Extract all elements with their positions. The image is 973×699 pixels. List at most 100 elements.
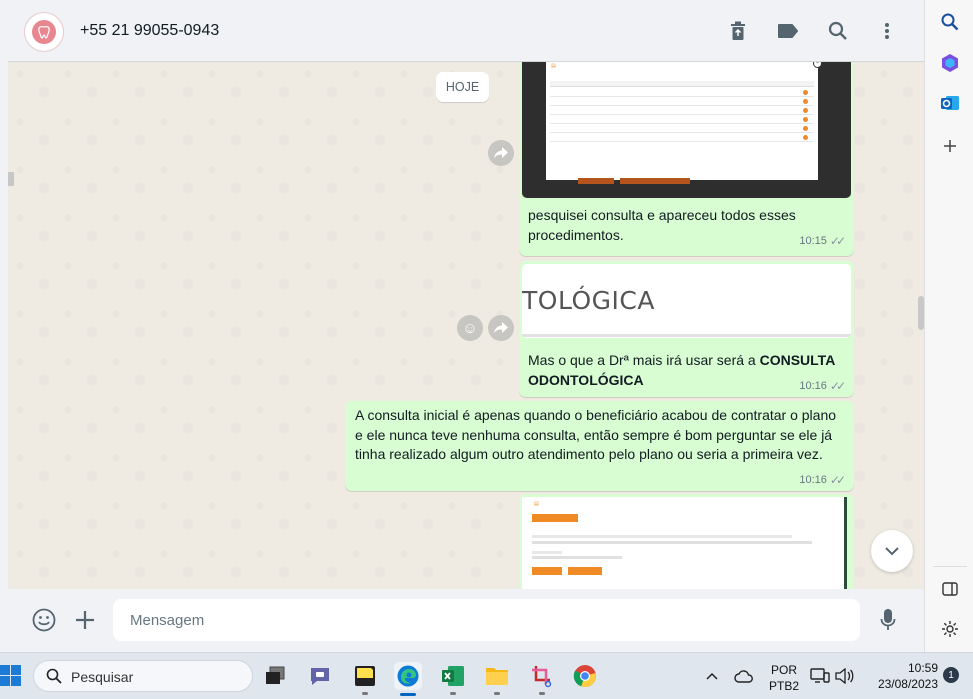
sticky-notes-icon[interactable] bbox=[351, 662, 379, 690]
message-meta: 10:15 ✓✓ bbox=[799, 234, 846, 248]
notification-badge[interactable]: 1 bbox=[943, 667, 959, 683]
chat-window: +55 21 99055-0943 HOJE ▤ × pesquisei con… bbox=[8, 0, 924, 652]
message-bubble-3[interactable]: A consulta inicial é apenas quando o ben… bbox=[345, 401, 854, 491]
clock[interactable]: 10:59 23/08/2023 bbox=[866, 660, 938, 692]
snipping-tool-icon[interactable] bbox=[528, 662, 556, 690]
message-bubble-4[interactable]: ▤ bbox=[519, 494, 854, 589]
windows-taskbar: Pesquisar POR PTB2 10:59 23/08/2023 bbox=[0, 652, 973, 699]
app-running-indicator bbox=[539, 692, 545, 695]
image-table-row bbox=[550, 134, 814, 142]
message-text: Mas o que a Drª mais irá usar será a CON… bbox=[528, 351, 844, 390]
chat-header: +55 21 99055-0943 bbox=[8, 0, 924, 62]
emoji-icon[interactable] bbox=[31, 607, 57, 633]
clock-time: 10:59 bbox=[907, 661, 938, 675]
excel-icon[interactable] bbox=[439, 662, 467, 690]
message-image-form[interactable]: ▤ bbox=[522, 497, 847, 589]
double-check-icon: ✓✓ bbox=[829, 234, 846, 248]
image-line bbox=[532, 541, 812, 544]
app-running-indicator bbox=[450, 692, 456, 695]
scroll-down-button[interactable] bbox=[871, 530, 913, 572]
copilot-icon[interactable] bbox=[937, 50, 963, 76]
message-input[interactable] bbox=[113, 599, 860, 641]
message-time: 10:16 bbox=[799, 380, 827, 392]
clock-date: 23/08/2023 bbox=[877, 677, 938, 691]
mic-icon[interactable] bbox=[875, 607, 901, 633]
image-divider bbox=[522, 334, 851, 337]
message-bubble-2[interactable]: TOLÓGICA Mas o que a Drª mais irá usar s… bbox=[519, 261, 854, 397]
double-check-icon: ✓✓ bbox=[829, 473, 846, 487]
message-text-regular: Mas o que a Drª mais irá usar será a bbox=[528, 352, 760, 368]
message-time: 10:16 bbox=[799, 474, 827, 486]
image-table-header bbox=[550, 81, 814, 87]
message-text: pesquisei consulta e apareceu todos esse… bbox=[528, 207, 796, 243]
image-line bbox=[532, 556, 622, 559]
panel-resize-handle bbox=[8, 172, 14, 186]
image-content-table: ▤ × bbox=[546, 62, 822, 180]
image-table-row bbox=[550, 89, 814, 97]
date-separator: HOJE bbox=[436, 72, 489, 102]
image-text: ▤ bbox=[551, 63, 556, 69]
image-text: ▤ bbox=[534, 501, 539, 507]
settings-icon[interactable] bbox=[937, 616, 963, 642]
browser-side-panel bbox=[924, 0, 973, 652]
image-close-icon: × bbox=[813, 62, 822, 68]
language-top: POR bbox=[770, 663, 797, 677]
forward-icon[interactable] bbox=[488, 315, 514, 341]
outlook-icon[interactable] bbox=[937, 90, 963, 116]
image-line bbox=[532, 551, 562, 554]
trash-icon[interactable] bbox=[726, 18, 750, 44]
image-button bbox=[568, 567, 602, 575]
app-active-indicator bbox=[400, 693, 416, 696]
forward-icon[interactable] bbox=[488, 140, 514, 166]
emoji-reaction-icon[interactable]: ☺ bbox=[457, 315, 483, 341]
chevron-up-icon[interactable] bbox=[700, 662, 724, 690]
image-button bbox=[578, 178, 614, 184]
image-text: TOLÓGICA bbox=[522, 286, 655, 315]
teams-chat-icon[interactable] bbox=[306, 662, 334, 690]
taskbar-search-label: Pesquisar bbox=[71, 669, 134, 685]
image-tab bbox=[532, 514, 578, 522]
label-icon[interactable] bbox=[776, 18, 800, 44]
image-button bbox=[532, 567, 562, 575]
image-line bbox=[532, 535, 792, 538]
message-meta: 10:16 ✓✓ bbox=[799, 379, 846, 393]
message-meta: 10:16 ✓✓ bbox=[799, 473, 846, 487]
search-icon[interactable] bbox=[826, 18, 850, 44]
image-button bbox=[620, 178, 690, 184]
volume-icon[interactable] bbox=[832, 662, 856, 690]
message-text: A consulta inicial é apenas quando o ben… bbox=[355, 407, 837, 462]
taskbar-search[interactable]: Pesquisar bbox=[33, 660, 253, 692]
edge-icon[interactable] bbox=[394, 662, 422, 690]
message-image-procedures[interactable]: ▤ × bbox=[522, 62, 851, 198]
contact-avatar[interactable] bbox=[24, 12, 64, 52]
app-running-indicator bbox=[362, 692, 368, 695]
plus-icon[interactable] bbox=[72, 607, 98, 633]
composer bbox=[8, 589, 924, 652]
message-list[interactable]: HOJE ▤ × pesquisei consulta e apareceu t… bbox=[8, 62, 924, 589]
message-time: 10:15 bbox=[799, 235, 827, 247]
search-icon bbox=[46, 668, 62, 684]
chrome-icon[interactable] bbox=[571, 662, 599, 690]
message-bubble-1[interactable]: ▤ × pesquisei consulta e apareceu todos … bbox=[519, 62, 854, 256]
double-check-icon: ✓✓ bbox=[829, 379, 846, 393]
task-view-icon[interactable] bbox=[261, 662, 289, 690]
cloud-icon[interactable] bbox=[731, 662, 757, 690]
side-divider bbox=[933, 566, 967, 567]
windows-start-icon[interactable] bbox=[0, 665, 22, 687]
message-image-word[interactable]: TOLÓGICA bbox=[522, 264, 851, 338]
tooth-logo-icon bbox=[32, 20, 56, 44]
file-explorer-icon[interactable] bbox=[483, 662, 511, 690]
language-bottom: PTB2 bbox=[768, 679, 799, 693]
image-table-row bbox=[550, 116, 814, 124]
contact-name[interactable]: +55 21 99055-0943 bbox=[80, 22, 219, 40]
menu-icon[interactable] bbox=[875, 18, 899, 44]
sidebar-icon[interactable] bbox=[937, 576, 963, 602]
app-running-indicator bbox=[494, 692, 500, 695]
language-indicator[interactable]: POR PTB2 bbox=[764, 662, 804, 694]
image-table-row bbox=[550, 98, 814, 106]
display-icon[interactable] bbox=[808, 662, 832, 690]
image-table-row bbox=[550, 125, 814, 133]
search-icon[interactable] bbox=[937, 9, 963, 35]
add-icon[interactable] bbox=[937, 133, 963, 159]
image-table-row bbox=[550, 107, 814, 115]
